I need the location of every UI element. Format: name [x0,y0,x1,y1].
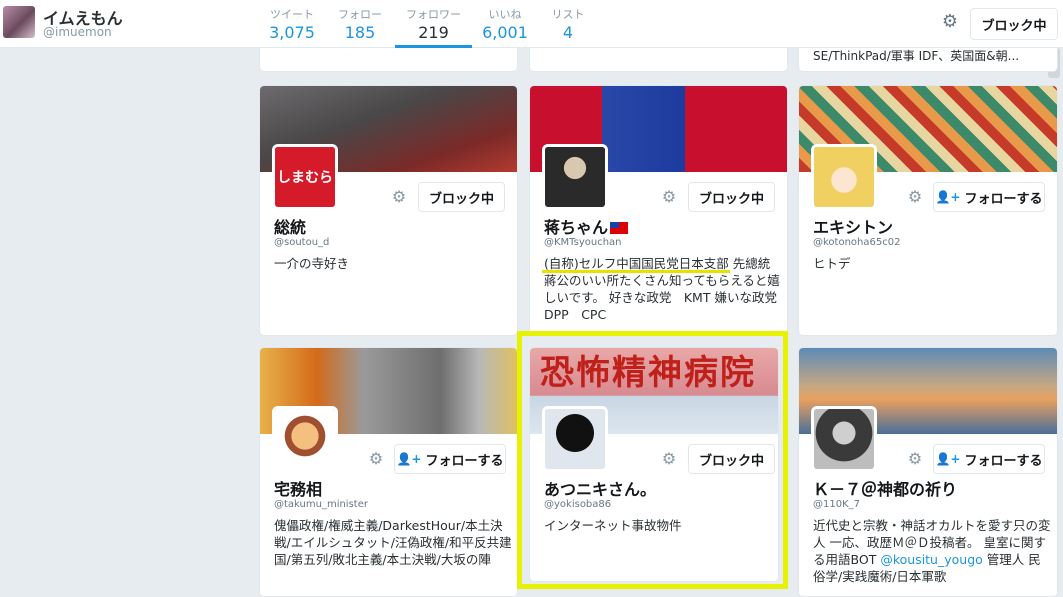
user-card[interactable]: ⚙ 👤+ フォローする エキシトン @kotonoha65c02 ヒトデ [798,85,1058,336]
user-name[interactable]: 宅務相 [274,476,322,500]
block-button[interactable]: ブロック中 [688,182,775,212]
nav-lists[interactable]: リスト 4 [548,0,588,48]
nav-lists-count: 4 [562,23,574,42]
user-name[interactable]: 総統 [274,214,306,238]
taiwan-flag-icon [610,222,629,234]
profile-handle: @imuemon [43,25,112,39]
gear-icon[interactable]: ⚙ [940,12,960,32]
person-plus-icon: 👤+ [396,452,422,466]
gear-icon[interactable]: ⚙ [390,188,408,206]
user-card[interactable]: ⚙ 👤+ フォローする Ｋ－７＠神都の祈り @110K_7 近代史と宗教・神話オ… [798,347,1058,597]
nav-followers-count: 219 [418,23,449,42]
nav-tweets-label: ツイート [270,8,314,21]
avatar[interactable] [811,144,877,210]
card-stub [259,48,518,72]
gear-icon[interactable]: ⚙ [906,450,924,468]
user-bio: 近代史と宗教・神話オカルトを愛す只の変人 一応、政歴Ｍ＠Ｄ投稿者。 皇室に関する… [813,517,1051,585]
user-bio: (自称)セルフ中国国民党日本支部 先總統蔣公のいい所たくさん知ってもらえると嬉し… [544,256,787,322]
button-label: ブロック中 [698,191,764,207]
top-bar: イムえもん @imuemon ツイート 3,075 フォロー 185 フォロワー… [0,0,1063,48]
user-name[interactable]: エキシトン [813,214,893,238]
user-handle[interactable]: @KMTsyouchan [544,237,622,248]
user-handle[interactable]: @soutou_d [274,237,329,248]
user-card[interactable]: ⚙ ブロック中 蒋ちゃん @KMTsyouchan (自称)セルフ中国国民党日本… [529,85,788,336]
gear-icon[interactable]: ⚙ [660,188,678,206]
card-stub [529,48,788,72]
person-plus-icon: 👤+ [935,452,961,466]
nav-followers-label: フォロワー [406,8,461,21]
user-bio: 傀儡政権/権威主義/DarkestHour/本土決戦/エイルシュタット/汪偽政権… [274,518,512,567]
button-label: フォローする [964,453,1043,469]
highlight-frame [517,331,788,589]
button-label: フォローする [964,191,1043,207]
nav-likes-count: 6,001 [482,23,528,42]
bio-mention-link[interactable]: @kousitu_yougo [880,552,982,567]
nav-followers[interactable]: フォロワー 219 [395,0,472,48]
follow-button[interactable]: 👤+ フォローする [933,182,1045,212]
follow-button[interactable]: 👤+ フォローする [933,444,1045,474]
nav-following-count: 185 [344,23,376,42]
gear-icon[interactable]: ⚙ [367,450,385,468]
nav-lists-label: リスト [551,8,585,21]
user-name-text: 蒋ちゃん [544,218,609,237]
profile-avatar[interactable] [3,6,35,38]
button-label: ブロック中 [428,191,494,207]
user-handle[interactable]: @110K_7 [813,499,860,510]
nav-following[interactable]: フォロー 185 [334,0,386,48]
card-stub: SE/ThinkPad/軍事 IDF、英国面&朝... [798,48,1058,72]
user-card[interactable]: ⚙ 👤+ フォローする 宅務相 @takumu_minister 傀儡政権/権威… [259,347,518,597]
nav-following-label: フォロー [338,8,382,21]
nav-likes[interactable]: いいね 6,001 [480,0,530,48]
block-button[interactable]: ブロック中 [418,182,505,212]
user-handle[interactable]: @takumu_minister [274,499,368,510]
stub-bio: SE/ThinkPad/軍事 IDF、英国面&朝... [813,49,1020,63]
user-name[interactable]: 蒋ちゃん [544,214,629,238]
avatar[interactable] [272,406,338,472]
avatar-logo: しまむら [275,147,335,207]
block-button[interactable]: ブロック中 [970,8,1058,40]
user-bio: ヒトデ [813,256,851,271]
nav-likes-label: いいね [488,8,522,21]
user-name[interactable]: Ｋ－７＠神都の祈り [813,476,957,500]
nav-tweets-count: 3,075 [269,23,315,42]
user-bio: 一介の寺好き [274,256,350,271]
user-handle[interactable]: @kotonoha65c02 [813,237,900,248]
nav-tweets[interactable]: ツイート 3,075 [266,0,318,48]
button-label: フォローする [425,453,504,469]
avatar[interactable] [811,406,877,472]
avatar[interactable]: しまむら [272,144,338,210]
user-card[interactable]: しまむら ⚙ ブロック中 総統 @soutou_d 一介の寺好き [259,85,518,336]
gear-icon[interactable]: ⚙ [906,188,924,206]
follow-button[interactable]: 👤+ フォローする [394,444,506,474]
avatar[interactable] [542,144,608,210]
yellow-underline [542,270,730,273]
person-plus-icon: 👤+ [935,190,961,204]
